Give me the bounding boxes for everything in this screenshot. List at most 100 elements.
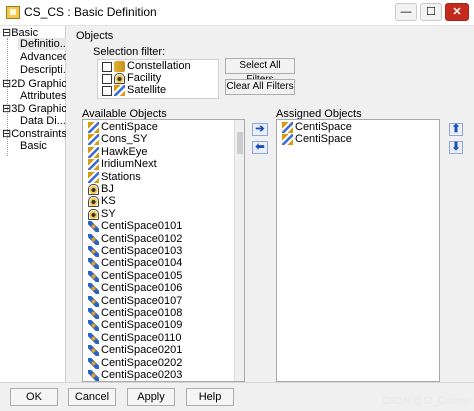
satellite-icon bbox=[88, 345, 99, 357]
tree-item-data-display[interactable]: Data Di... bbox=[20, 115, 66, 127]
satellite-icon bbox=[88, 308, 99, 319]
list-item-label: CentiSpace bbox=[295, 121, 352, 133]
help-button[interactable]: Help bbox=[186, 388, 234, 406]
constellation-icon bbox=[88, 171, 99, 183]
constellation-checkbox[interactable] bbox=[102, 62, 112, 72]
tree-item-label: 2D Graphics bbox=[11, 78, 73, 90]
available-list-item[interactable]: CentiSpace0102 bbox=[83, 232, 231, 246]
app-icon bbox=[6, 6, 20, 19]
assigned-list-item[interactable]: CentiSpace bbox=[277, 121, 437, 134]
satellite-icon bbox=[88, 270, 99, 282]
available-list-item[interactable]: IridiumNext bbox=[83, 158, 231, 171]
tree-item-constraints-basic[interactable]: Basic bbox=[20, 140, 47, 152]
clear-all-filters-button[interactable]: Clear All Filters bbox=[225, 79, 295, 95]
list-item-label: HawkEye bbox=[101, 145, 148, 158]
close-button[interactable]: ✕ bbox=[445, 3, 469, 21]
tree-item-attributes[interactable]: Attributes bbox=[20, 90, 66, 102]
filter-label: Satellite bbox=[127, 84, 167, 96]
tree-item-label: Constraints bbox=[11, 128, 67, 140]
available-list-item[interactable]: CentiSpace0203 bbox=[83, 369, 231, 381]
list-item-label: CentiSpace0107 bbox=[101, 294, 183, 307]
available-list-item[interactable]: CentiSpace0107 bbox=[83, 294, 231, 308]
available-list-item[interactable]: CentiSpace0109 bbox=[83, 319, 231, 332]
assigned-list-item[interactable]: CentiSpace bbox=[277, 133, 437, 146]
list-item-label: CentiSpace0203 bbox=[101, 369, 183, 381]
collapse-icon[interactable]: ⊟ bbox=[2, 128, 11, 140]
watermark: CSDN @SI_Gamer bbox=[382, 396, 469, 407]
add-to-assigned-button[interactable]: ➔ bbox=[252, 123, 268, 136]
list-item-label: CentiSpace0102 bbox=[101, 232, 183, 245]
tree-item-advanced[interactable]: Advanced bbox=[20, 51, 69, 63]
filter-label: Constellation bbox=[127, 60, 191, 72]
available-list-item[interactable]: CentiSpace0106 bbox=[83, 282, 231, 295]
available-objects-list[interactable]: CentiSpace Cons_SY HawkEye IridiumNext Stati… bbox=[82, 119, 245, 382]
maximize-button[interactable]: ☐ bbox=[420, 3, 442, 21]
available-list-item[interactable]: CentiSpace0104 bbox=[83, 257, 231, 270]
list-item-label: IridiumNext bbox=[101, 158, 157, 171]
ok-button[interactable]: OK bbox=[10, 388, 58, 406]
list-item-label: Cons_SY bbox=[101, 133, 148, 146]
remove-from-assigned-button[interactable]: ⬅ bbox=[252, 141, 268, 154]
filter-satellite[interactable]: Satellite bbox=[98, 84, 218, 97]
satellite-icon bbox=[88, 295, 99, 307]
constellation-icon bbox=[282, 122, 293, 133]
available-list-item[interactable]: CentiSpace0110 bbox=[83, 331, 231, 345]
list-item-label: CentiSpace0110 bbox=[101, 331, 182, 344]
list-item-label: CentiSpace0108 bbox=[101, 307, 183, 319]
satellite-icon bbox=[88, 332, 99, 344]
list-item-label: CentiSpace0101 bbox=[101, 220, 183, 233]
list-item-label: CentiSpace bbox=[295, 133, 352, 146]
list-item-label: Stations bbox=[101, 170, 141, 183]
list-item-label: CentiSpace0109 bbox=[101, 319, 183, 332]
available-list-item[interactable]: CentiSpace0105 bbox=[83, 270, 231, 283]
select-all-filters-button[interactable]: Select All Filters bbox=[225, 58, 295, 85]
satellite-icon bbox=[88, 357, 99, 369]
available-list-item[interactable]: KS bbox=[83, 195, 231, 208]
satellite-icon bbox=[88, 246, 99, 257]
facility-icon bbox=[114, 73, 125, 84]
tree-item-definition[interactable]: Definitio... bbox=[18, 38, 71, 50]
available-list-item[interactable]: Stations bbox=[83, 170, 231, 184]
constellation-icon bbox=[88, 159, 99, 171]
facility-icon bbox=[88, 196, 99, 208]
move-up-button[interactable]: ⬆ bbox=[449, 123, 463, 136]
selection-filter-list: Constellation Facility Satellite bbox=[97, 59, 219, 99]
collapse-icon[interactable]: ⊟ bbox=[2, 103, 11, 115]
collapse-icon[interactable]: ⊟ bbox=[2, 27, 11, 39]
tree-group-constraints[interactable]: ⊟Constraints bbox=[2, 127, 67, 140]
list-item-label: SY bbox=[101, 207, 116, 220]
tree-group-2d-graphics[interactable]: ⊟2D Graphics bbox=[2, 77, 72, 90]
apply-button[interactable]: Apply bbox=[127, 388, 175, 406]
available-list-item[interactable]: HawkEye bbox=[83, 145, 231, 159]
available-list-item[interactable]: Cons_SY bbox=[83, 133, 231, 146]
cancel-button[interactable]: Cancel bbox=[68, 388, 116, 406]
constellation-icon bbox=[114, 61, 125, 72]
tree-item-description[interactable]: Descripti... bbox=[20, 64, 72, 76]
facility-checkbox[interactable] bbox=[102, 74, 112, 84]
satellite-checkbox[interactable] bbox=[102, 86, 112, 96]
assigned-objects-list[interactable]: CentiSpace CentiSpace bbox=[276, 119, 440, 382]
available-list-item[interactable]: CentiSpace0201 bbox=[83, 344, 231, 357]
satellite-icon bbox=[114, 85, 125, 96]
satellite-icon bbox=[88, 370, 99, 381]
available-list-item[interactable]: BJ bbox=[83, 183, 231, 196]
available-list-item[interactable]: CentiSpace bbox=[83, 121, 231, 134]
satellite-icon bbox=[88, 283, 99, 295]
available-list-item[interactable]: CentiSpace0101 bbox=[83, 220, 231, 233]
list-item-label: CentiSpace0201 bbox=[101, 344, 183, 357]
list-item-label: CentiSpace bbox=[101, 121, 158, 133]
scrollbar-thumb[interactable] bbox=[237, 132, 243, 154]
filter-label: Facility bbox=[127, 72, 162, 84]
available-list-item[interactable]: SY bbox=[83, 207, 231, 221]
minimize-button[interactable]: — bbox=[395, 3, 417, 21]
available-list-item[interactable]: CentiSpace0103 bbox=[83, 245, 231, 258]
facility-icon bbox=[88, 184, 99, 195]
available-list-item[interactable]: CentiSpace0108 bbox=[83, 307, 231, 320]
collapse-icon[interactable]: ⊟ bbox=[2, 78, 11, 90]
list-item-label: KS bbox=[101, 195, 116, 208]
tree-group-3d-graphics[interactable]: ⊟3D Graphics bbox=[2, 102, 72, 115]
available-scrollbar[interactable] bbox=[234, 120, 244, 381]
move-down-button[interactable]: ⬇ bbox=[449, 141, 463, 154]
constellation-icon bbox=[282, 134, 293, 146]
available-list-item[interactable]: CentiSpace0202 bbox=[83, 357, 231, 370]
